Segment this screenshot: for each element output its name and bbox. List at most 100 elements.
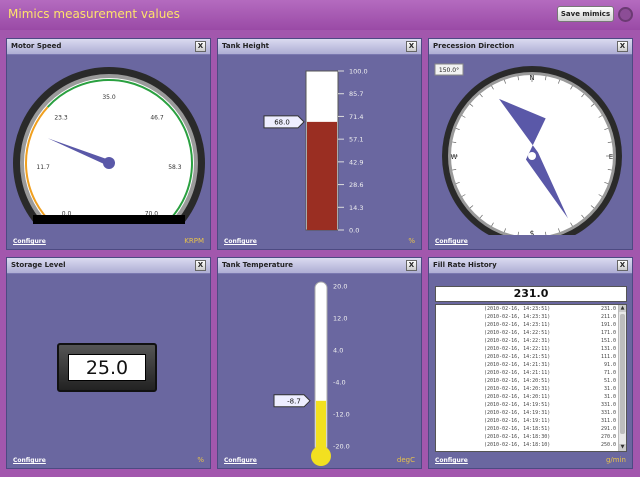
tank-tick-label: 85.7 [349, 90, 363, 98]
panel-title: Tank Temperature [222, 261, 294, 269]
scroll-thumb[interactable] [620, 314, 625, 434]
scroll-down-icon[interactable]: ▼ [619, 444, 626, 451]
scroll-up-icon[interactable]: ▲ [619, 305, 626, 312]
history-value: 171.0 [600, 330, 616, 336]
history-value: 291.0 [600, 426, 616, 432]
compass: 150.0° N E S W [434, 63, 622, 235]
compass-hub [528, 152, 536, 160]
history-row: (2010-02-16, 14:23:11) 191.0 [436, 321, 620, 329]
precession-panel: Precession Direction X 150.0° N E S W Co… [428, 38, 633, 250]
gauge-base [33, 215, 185, 224]
panel-header: Fill Rate History X [429, 258, 632, 274]
gauge-tick-label: 23.3 [54, 115, 68, 122]
thermo-tick-label: 4.0 [333, 347, 343, 355]
history-row: (2010-02-16, 14:23:51) 231.0 [436, 305, 620, 313]
configure-link[interactable]: Configure [435, 238, 468, 245]
value-label: 150.0° [439, 67, 459, 74]
close-icon[interactable]: X [195, 260, 206, 271]
tank-tick-label: 14.3 [349, 204, 363, 212]
history-timestamp: (2010-02-16, 14:19:51) [484, 402, 551, 408]
configure-link[interactable]: Configure [224, 238, 257, 245]
unit-label: degC [396, 456, 415, 464]
current-value: 231.0 [435, 286, 627, 302]
panel-title: Fill Rate History [433, 261, 497, 269]
thermometer-bulb [311, 446, 331, 466]
history-row: (2010-02-16, 14:21:11) 71.0 [436, 369, 620, 377]
unit-label: KRPM [184, 237, 204, 245]
value-pointer: -8.7 [273, 394, 311, 408]
history-row: (2010-02-16, 14:18:10) 250.0 [436, 441, 620, 449]
history-row: (2010-02-16, 14:19:51) 331.0 [436, 401, 620, 409]
fill-rate-panel: Fill Rate History X 231.0 (2010-02-16, 1… [428, 257, 633, 469]
value-label: 68.0 [274, 118, 290, 126]
history-timestamp: (2010-02-16, 14:21:51) [484, 354, 551, 360]
history-row: (2010-02-16, 14:23:31) 211.0 [436, 313, 620, 321]
history-row: (2010-02-16, 14:20:11) 31.0 [436, 393, 620, 401]
panel-title: Precession Direction [433, 42, 515, 50]
tank-tick-label: 28.6 [349, 181, 363, 189]
history-row: (2010-02-16, 14:22:31) 151.0 [436, 337, 620, 345]
thermo-tick-label: 12.0 [333, 315, 347, 323]
panel-title: Storage Level [11, 261, 66, 269]
history-row: (2010-02-16, 14:18:51) 291.0 [436, 425, 620, 433]
history-timestamp: (2010-02-16, 14:18:30) [484, 434, 551, 440]
history-value: 331.0 [600, 402, 616, 408]
history-timestamp: (2010-02-16, 14:18:10) [484, 442, 551, 448]
scrollbar[interactable]: ▲ ▼ [618, 305, 626, 451]
direction-south: S [530, 230, 535, 235]
value-label: -8.7 [287, 397, 301, 405]
tank-tick-label: 100.0 [349, 68, 368, 76]
close-icon[interactable]: X [406, 41, 417, 52]
history-timestamp: (2010-02-16, 14:18:51) [484, 426, 551, 432]
gauge-tick-label: 58.3 [168, 164, 182, 171]
panel-header: Motor Speed X [7, 39, 210, 55]
configure-link[interactable]: Configure [13, 238, 46, 245]
history-value: 211.0 [600, 314, 616, 320]
history-timestamp: (2010-02-16, 14:20:31) [484, 386, 551, 392]
history-timestamp: (2010-02-16, 14:23:51) [484, 306, 551, 312]
thermo-tick-label: 20.0 [333, 283, 347, 291]
unit-label: g/min [605, 456, 626, 464]
history-timestamp: (2010-02-16, 14:19:11) [484, 418, 551, 424]
thermo-tick-label: -12.0 [333, 411, 350, 419]
panel-title: Motor Speed [11, 42, 62, 50]
panel-title: Tank Height [222, 42, 270, 50]
close-icon[interactable]: X [617, 41, 628, 52]
panel-header: Precession Direction X [429, 39, 632, 55]
thermometer: -20.0 -12.0 -4.0 4.0 12.0 20.0 -8.7 [273, 281, 350, 466]
app-title: Mimics measurement values [8, 7, 180, 21]
tank-tick-label: 57.1 [349, 136, 363, 144]
thermo-tick-label: -4.0 [333, 379, 346, 387]
configure-link[interactable]: Configure [435, 457, 468, 464]
title-bar: Mimics measurement values Save mimics [0, 0, 640, 30]
history-row: (2010-02-16, 14:19:11) 311.0 [436, 417, 620, 425]
tank-height-panel: Tank Height X 0.0 14.3 28.6 42.9 57.1 71.4 85.… [217, 38, 422, 250]
history-timestamp: (2010-02-16, 14:22:11) [484, 346, 551, 352]
storage-level-panel: Storage Level X 25.0 Configure % [6, 257, 211, 469]
spinner-icon [618, 7, 633, 22]
history-row: (2010-02-16, 14:20:31) 31.0 [436, 385, 620, 393]
history-value: 191.0 [600, 322, 616, 328]
history-timestamp: (2010-02-16, 14:20:11) [484, 394, 551, 400]
history-timestamp: (2010-02-16, 14:23:11) [484, 322, 551, 328]
history-row: (2010-02-16, 14:22:11) 131.0 [436, 345, 620, 353]
close-icon[interactable]: X [617, 260, 628, 271]
direction-north: N [529, 74, 534, 82]
panel-header: Tank Temperature X [218, 258, 421, 274]
history-row: (2010-02-16, 14:19:31) 331.0 [436, 409, 620, 417]
gauge-hub [103, 157, 115, 169]
thermo-tick-label: -20.0 [333, 443, 350, 451]
history-timestamp: (2010-02-16, 14:23:31) [484, 314, 551, 320]
history-value: 31.0 [603, 386, 616, 392]
motor-speed-panel: Motor Speed X 0.0 11.7 23.3 35.0 46.7 58.3 70.… [6, 38, 211, 250]
tank-tick-label: 42.9 [349, 158, 363, 166]
close-icon[interactable]: X [195, 41, 206, 52]
gauge-tick-label: 11.7 [36, 164, 50, 171]
panel-header: Tank Height X [218, 39, 421, 55]
configure-link[interactable]: Configure [13, 457, 46, 464]
save-mimics-button[interactable]: Save mimics [557, 6, 614, 22]
history-list[interactable]: (2010-02-16, 14:23:51) 231.0 (2010-02-16, … [435, 304, 627, 452]
mimics-app: Mimics measurement values Save mimics Mo… [0, 0, 640, 477]
configure-link[interactable]: Configure [224, 457, 257, 464]
close-icon[interactable]: X [406, 260, 417, 271]
